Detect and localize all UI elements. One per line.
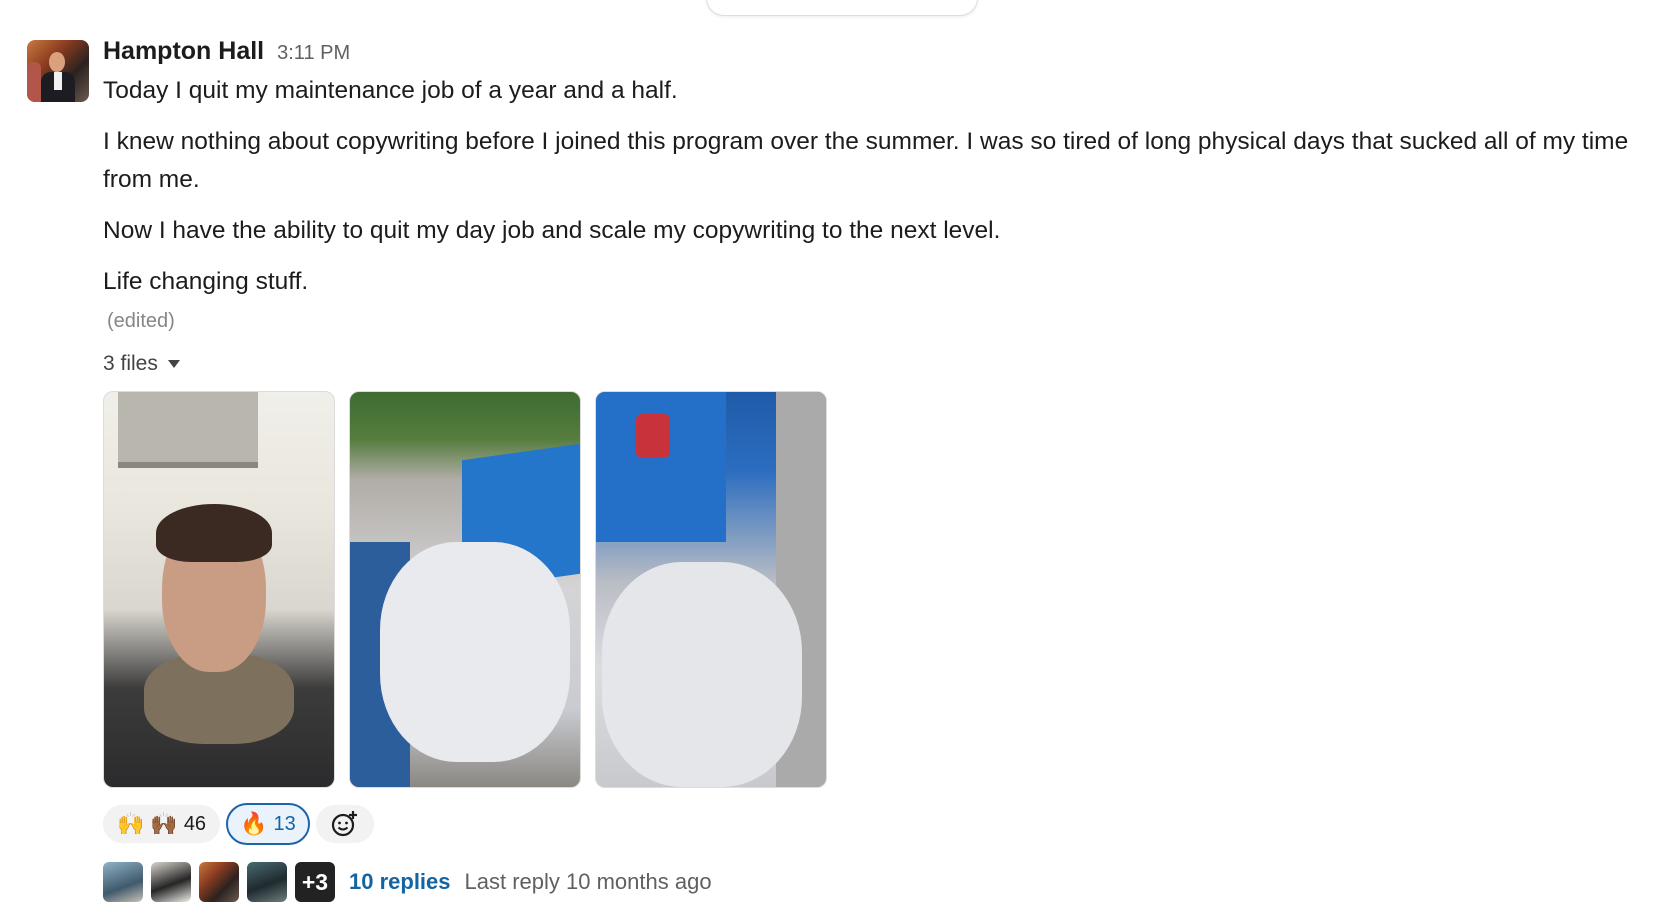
files-count-label: 3 files — [103, 352, 158, 375]
replier-avatar — [247, 862, 287, 902]
message-header: Hampton Hall 3:11 PM — [103, 37, 350, 66]
raised-hands-dark-emoji-icon: 🙌🏾 — [150, 811, 178, 836]
replies-link[interactable]: 10 replies — [349, 869, 451, 895]
replier-avatar — [199, 862, 239, 902]
replier-avatar — [103, 862, 143, 902]
trash-bags-shape — [380, 542, 570, 762]
reaction-fire[interactable]: 🔥 13 — [226, 803, 310, 845]
message-timestamp[interactable]: 3:11 PM — [277, 42, 350, 65]
avatar-shirt — [54, 72, 62, 90]
message-body: Today I quit my maintenance job of a yea… — [103, 72, 1643, 314]
message-paragraph: I knew nothing about copywriting before … — [103, 128, 1629, 193]
replier-avatar — [151, 862, 191, 902]
trash-bags-shape — [602, 562, 802, 787]
message: Hampton Hall 3:11 PM Today I quit my mai… — [0, 0, 1667, 902]
raised-hands-emoji-icon: 🙌 — [117, 811, 145, 836]
ceiling-vent — [118, 392, 258, 468]
reaction-count: 46 — [183, 812, 207, 835]
author-name[interactable]: Hampton Hall — [103, 37, 264, 66]
caret-down-icon — [167, 360, 180, 368]
file-thumbnail-dumpster-closeup[interactable] — [595, 391, 827, 788]
hair-shape — [156, 504, 272, 562]
message-paragraph: Now I have the ability to quit my day jo… — [103, 217, 1001, 244]
add-reaction-button[interactable] — [315, 805, 374, 843]
last-reply-time: Last reply 10 months ago — [464, 869, 712, 894]
message-paragraph: Today I quit my maintenance job of a yea… — [103, 77, 678, 104]
file-thumbnail-selfie[interactable] — [103, 391, 335, 788]
file-thumbnail-dumpster[interactable] — [349, 391, 581, 788]
reaction-raised-hands[interactable]: 🙌 🙌🏾 46 — [103, 805, 221, 843]
more-repliers-badge: +3 — [295, 862, 335, 902]
avatar-face — [49, 52, 65, 72]
edited-label: (edited) — [107, 310, 175, 332]
reactions-bar: 🙌 🙌🏾 46 🔥 13 — [103, 803, 374, 845]
files-toggle[interactable]: 3 files — [103, 352, 180, 376]
dumpster-logo — [636, 414, 670, 458]
author-avatar[interactable] — [27, 40, 89, 102]
message-paragraph: Life changing stuff. — [103, 268, 309, 295]
avatar-background-person — [27, 62, 41, 102]
reaction-count: 13 — [273, 812, 296, 835]
fire-emoji-icon: 🔥 — [240, 811, 268, 836]
add-emoji-icon — [331, 811, 357, 837]
thread-summary[interactable]: +3 10 replies Last reply 10 months ago — [103, 862, 712, 902]
